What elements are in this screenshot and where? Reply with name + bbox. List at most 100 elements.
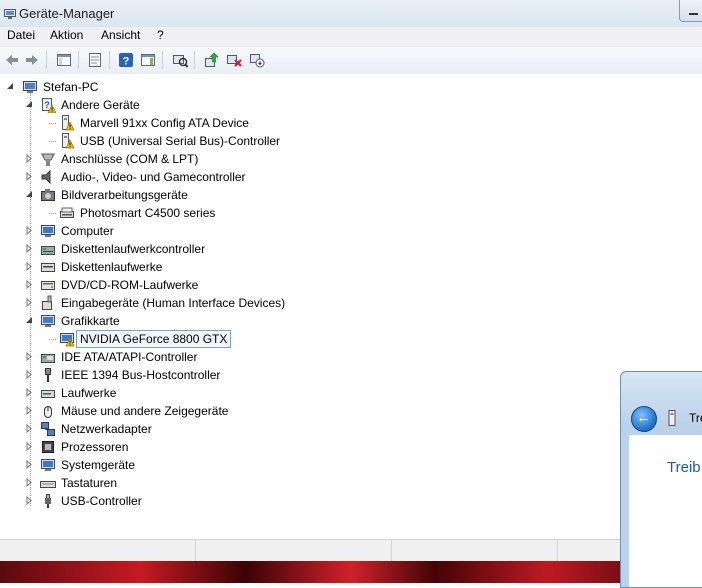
- device-manager-app-icon: [4, 9, 16, 19]
- expand-arrow-icon[interactable]: [25, 226, 34, 235]
- menu-datei[interactable]: Datei: [7, 28, 35, 42]
- expand-arrow-icon[interactable]: [25, 244, 34, 253]
- tree-device[interactable]: Photosmart C4500 series: [0, 204, 420, 222]
- console-tree-icon[interactable]: [56, 52, 72, 68]
- speaker-icon: [41, 169, 51, 185]
- tree-connector: [49, 213, 50, 214]
- menu-help[interactable]: ?: [157, 28, 164, 42]
- tree-connector: [51, 141, 52, 142]
- collapse-arrow-icon[interactable]: [6, 82, 15, 91]
- tree-root[interactable]: Stefan-PC: [0, 78, 300, 96]
- tree-node-label: Netzwerkadapter: [61, 422, 152, 436]
- expand-arrow-icon[interactable]: [25, 442, 34, 451]
- expand-arrow-icon[interactable]: [25, 496, 34, 505]
- expand-arrow-icon[interactable]: [25, 352, 34, 361]
- tree-node-label: USB (Universal Serial Bus)-Controller: [80, 134, 281, 148]
- firewire-icon: [45, 368, 51, 382]
- tree-category[interactable]: Mäuse und andere Zeigegeräte: [0, 402, 400, 420]
- desktop-background: [0, 561, 702, 583]
- back-icon[interactable]: [4, 52, 20, 68]
- expand-arrow-icon[interactable]: [25, 406, 34, 415]
- system-devices-icon: [41, 459, 55, 471]
- tree-node-label: Audio-, Video- und Gamecontroller: [61, 170, 246, 184]
- warning-device-icon: [62, 115, 75, 131]
- tree-node-label: Laufwerke: [61, 386, 117, 400]
- tree-category[interactable]: IDE ATA/ATAPI-Controller: [0, 348, 400, 366]
- uninstall-icon[interactable]: [226, 52, 242, 68]
- tree-category[interactable]: ? Andere Geräte: [0, 96, 400, 114]
- tree-connector: [53, 339, 54, 340]
- tree-category[interactable]: Diskettenlaufwerkcontroller: [0, 240, 400, 258]
- menu-ansicht[interactable]: Ansicht: [101, 28, 140, 42]
- tree-connector: [53, 141, 54, 142]
- action-pane-icon[interactable]: [140, 52, 156, 68]
- driver-dialog[interactable]: ← Tre Treib: [620, 371, 702, 588]
- tree-node-label: Tastaturen: [61, 476, 118, 490]
- tree-device[interactable]: NVIDIA GeForce 8800 GTX: [0, 330, 420, 348]
- expand-arrow-icon[interactable]: [25, 478, 34, 487]
- expand-arrow-icon[interactable]: [25, 280, 34, 289]
- collapse-arrow-icon[interactable]: [25, 316, 34, 325]
- minimize-button[interactable]: [679, 0, 702, 22]
- update-driver-icon[interactable]: [203, 52, 219, 68]
- tree-node-label: Mäuse und andere Zeigegeräte: [61, 404, 229, 418]
- title-bar: Geräte-Manager: [0, 0, 702, 28]
- tree-category[interactable]: IEEE 1394 Bus-Hostcontroller: [0, 366, 400, 384]
- forward-icon[interactable]: [24, 52, 40, 68]
- tree-category[interactable]: Computer: [0, 222, 400, 240]
- expand-arrow-icon[interactable]: [25, 262, 34, 271]
- menu-aktion[interactable]: Aktion: [50, 28, 83, 42]
- properties-sheet-icon[interactable]: [87, 52, 103, 68]
- expand-arrow-icon[interactable]: [25, 424, 34, 433]
- expand-arrow-icon[interactable]: [25, 172, 34, 181]
- ide-controller-icon: [41, 354, 55, 363]
- tree-category[interactable]: Systemgeräte: [0, 456, 400, 474]
- tree-device[interactable]: USB (Universal Serial Bus)-Controller: [0, 132, 420, 150]
- expand-arrow-icon[interactable]: [25, 388, 34, 397]
- tree-node-label: Marvell 91xx Config ATA Device: [80, 116, 249, 130]
- tree-node-label: IDE ATA/ATAPI-Controller: [61, 350, 198, 364]
- computer-icon: [41, 225, 55, 237]
- tree-connector: [55, 213, 56, 214]
- toolbar-separator: [194, 51, 195, 69]
- disable-icon[interactable]: [249, 52, 265, 68]
- camera-icon: [41, 189, 55, 201]
- expand-arrow-icon[interactable]: [25, 298, 34, 307]
- expand-arrow-icon[interactable]: [25, 460, 34, 469]
- device-tree: Stefan-PC ? Andere Geräte Marvell 91xx C…: [0, 74, 702, 539]
- tree-node-label: Photosmart C4500 series: [80, 206, 216, 220]
- tree-category[interactable]: Prozessoren: [0, 438, 400, 456]
- dialog-back-button[interactable]: ←: [631, 406, 657, 432]
- tree-category[interactable]: USB-Controller: [0, 492, 400, 510]
- tree-category[interactable]: Grafikkarte: [0, 312, 400, 330]
- expand-arrow-icon[interactable]: [25, 370, 34, 379]
- tree-category[interactable]: Laufwerke: [0, 384, 400, 402]
- tree-category[interactable]: DVD/CD-ROM-Laufwerke: [0, 276, 400, 294]
- tree-category[interactable]: Anschlüsse (COM & LPT): [0, 150, 400, 168]
- tree-category[interactable]: Tastaturen: [0, 474, 400, 492]
- help-icon[interactable]: ?: [118, 52, 134, 68]
- tree-category[interactable]: Bildverarbeitungsgeräte: [0, 186, 400, 204]
- status-cell: [392, 540, 558, 562]
- menu-bar: Datei Aktion Ansicht ?: [0, 27, 702, 46]
- network-icon: [41, 422, 55, 436]
- svg-text:?: ?: [44, 100, 50, 110]
- tree-category[interactable]: Netzwerkadapter: [0, 420, 400, 438]
- tree-node-label: Grafikkarte: [61, 314, 120, 328]
- tree-connector: [53, 213, 54, 214]
- toolbar: ?: [0, 46, 702, 75]
- scan-hardware-icon[interactable]: [172, 52, 188, 68]
- tree-category[interactable]: Diskettenlaufwerke: [0, 258, 400, 276]
- tree-category[interactable]: Audio-, Video- und Gamecontroller: [0, 168, 400, 186]
- port-icon: [41, 153, 55, 166]
- expand-arrow-icon[interactable]: [25, 154, 34, 163]
- collapse-arrow-icon[interactable]: [25, 190, 34, 199]
- tree-device[interactable]: Marvell 91xx Config ATA Device: [0, 114, 420, 132]
- collapse-arrow-icon[interactable]: [25, 100, 34, 109]
- tree-connector: [51, 339, 52, 340]
- tree-category[interactable]: Eingabegeräte (Human Interface Devices): [0, 294, 400, 312]
- warning-display-icon: [60, 333, 75, 347]
- tree-connector: [51, 123, 52, 124]
- tree-node-label: Computer: [61, 224, 114, 238]
- tree-connector: [49, 123, 50, 124]
